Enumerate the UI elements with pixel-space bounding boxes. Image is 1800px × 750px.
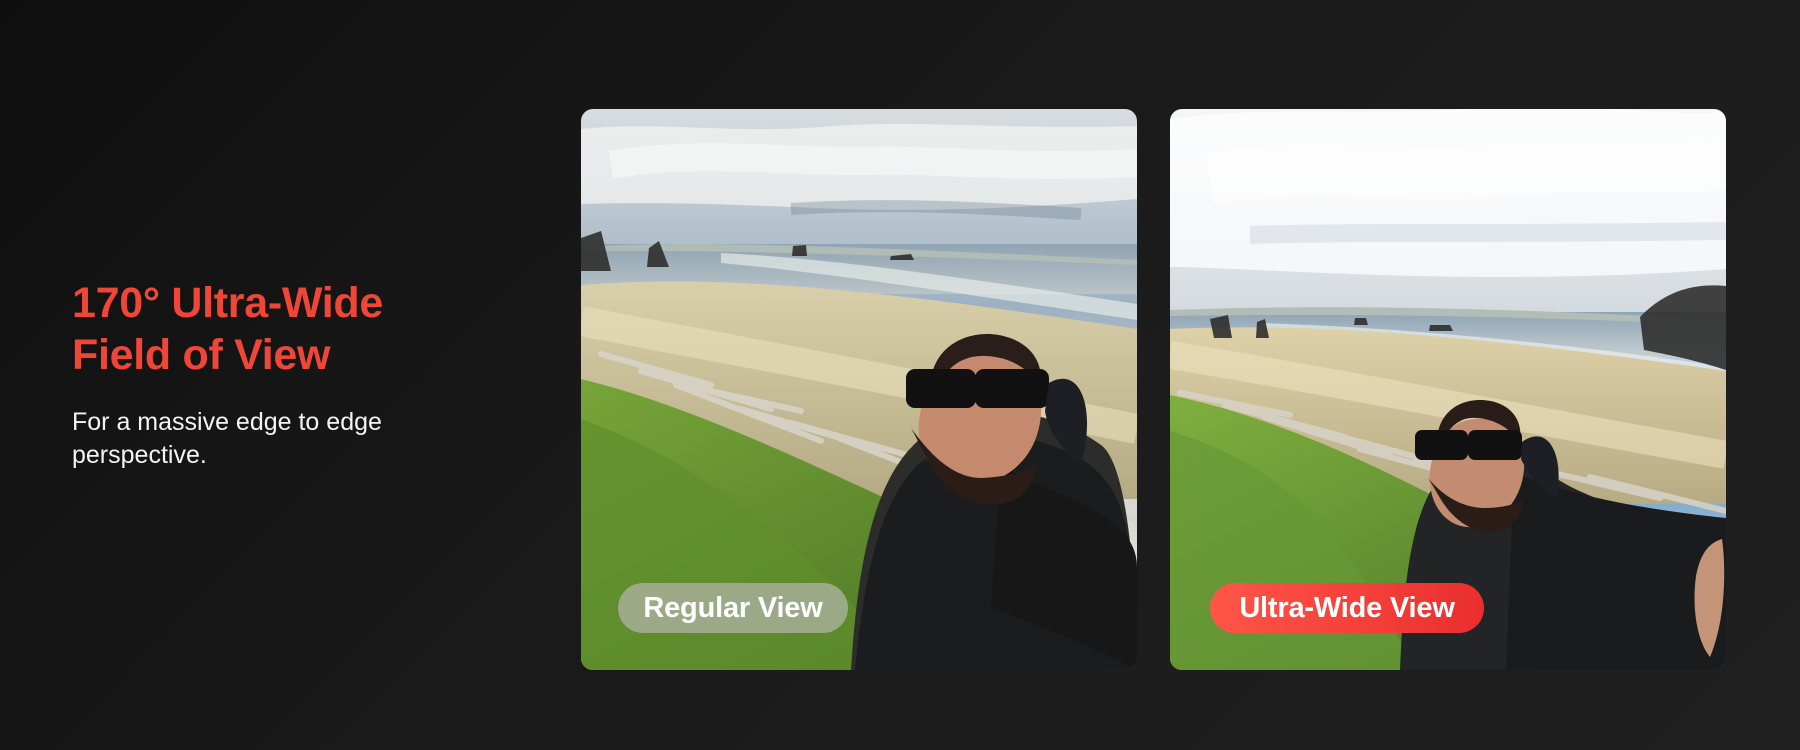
feature-hero: 170° Ultra-Wide Field of View For a mass… [0,0,1800,750]
headline-line-1: 170° Ultra-Wide [72,279,384,327]
ultra-wide-view-label: Ultra-Wide View [1210,583,1484,633]
feature-subtitle: For a massive edge to edge perspective. [72,408,382,469]
feature-headline: 170° Ultra-Wide Field of View [72,277,492,381]
headline-line-2: Field of View [72,331,331,379]
ultra-wide-view-card: Ultra-Wide View [1170,109,1726,670]
regular-view-label: Regular View [618,583,848,633]
feature-copy: 170° Ultra-Wide Field of View For a mass… [72,277,492,472]
regular-view-card: Regular View [581,109,1137,670]
